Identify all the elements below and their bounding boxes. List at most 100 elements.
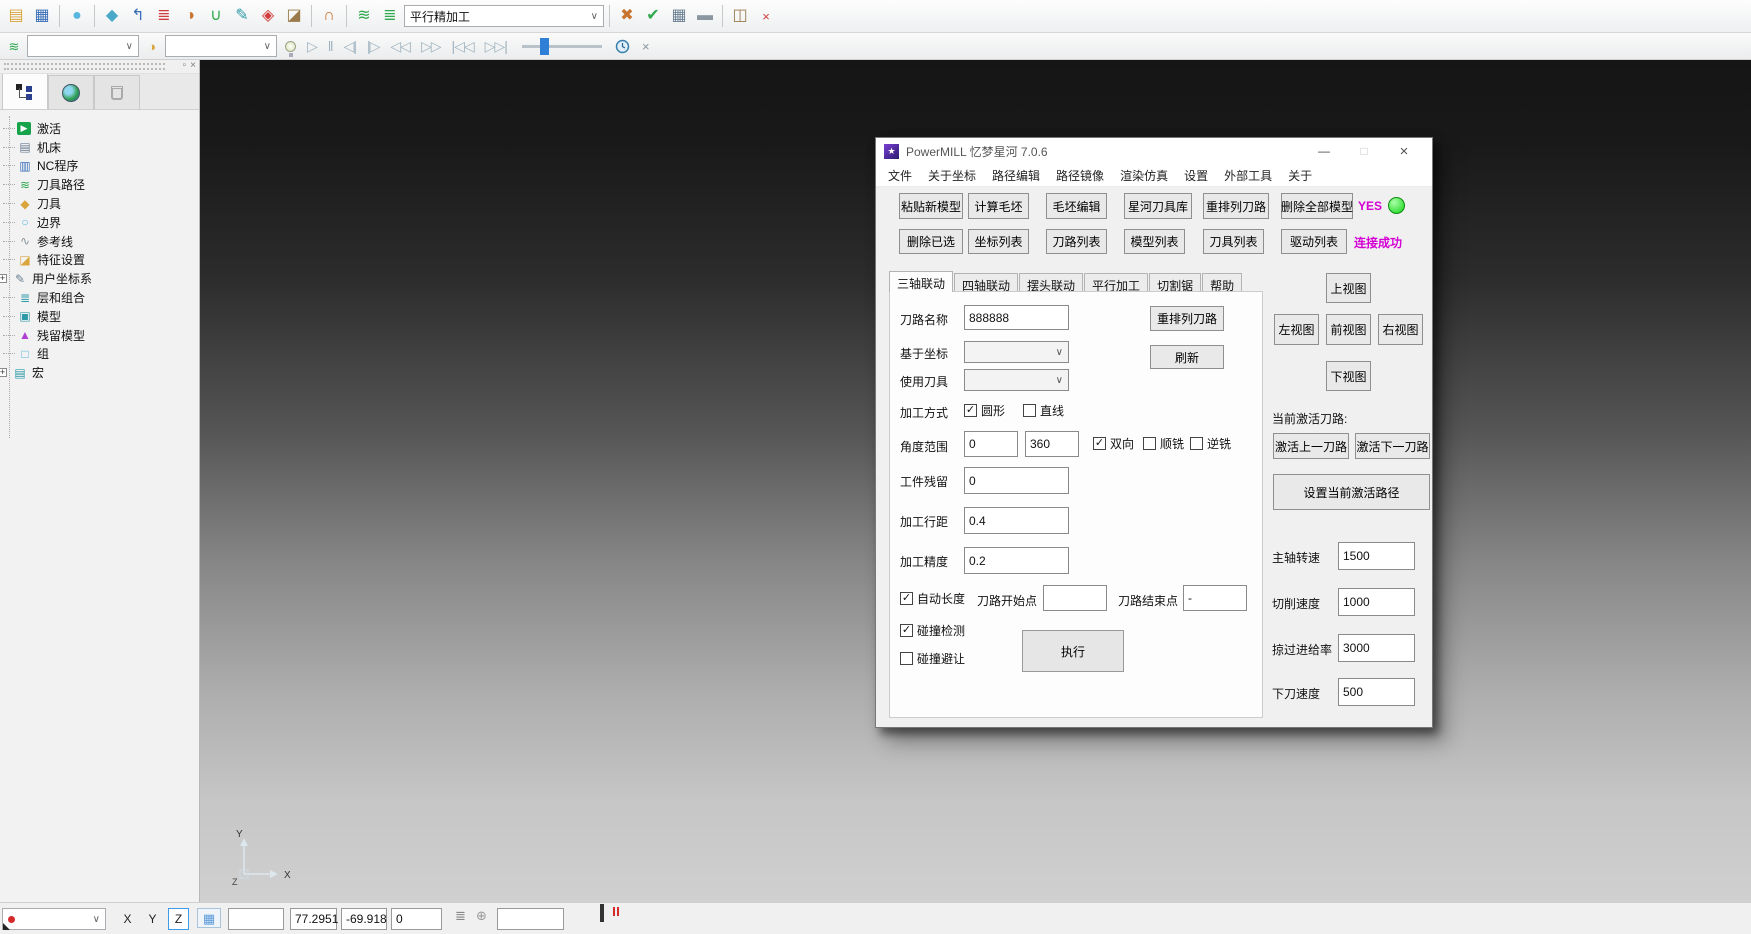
step-forward-button[interactable]: |▷ — [363, 38, 383, 55]
tree-item-models[interactable]: ▣模型 — [0, 307, 199, 326]
points-icon[interactable]: ◈ — [256, 4, 280, 28]
levels-icon[interactable]: ≣ — [152, 4, 176, 28]
axis-x-button[interactable]: X — [117, 908, 138, 930]
menu-coords[interactable]: 关于坐标 — [920, 167, 984, 184]
save-icon[interactable]: ▦ — [30, 4, 54, 28]
checkbox-icon[interactable]: ✓ — [900, 624, 913, 637]
tree-item-levels-sets[interactable]: ≣层和组合 — [0, 288, 199, 307]
toolpath-name-input[interactable]: 888888 — [964, 305, 1069, 330]
checkbox-icon[interactable]: ✓ — [964, 404, 977, 417]
toolpath-combobox[interactable]: ∨ — [27, 35, 139, 57]
status-combobox[interactable]: ∨ — [2, 908, 106, 930]
angle-to-input[interactable]: 360 — [1025, 431, 1079, 457]
tab-explorer-tree[interactable] — [2, 73, 48, 109]
refresh-button[interactable]: 刷新 — [1150, 345, 1224, 369]
tool-cabinet-icon[interactable]: ◫ — [728, 4, 752, 28]
delete-all-models-button[interactable]: 删除全部模型 — [1281, 193, 1353, 219]
circle-checkbox[interactable]: ✓ 圆形 — [964, 402, 1005, 419]
lightbulb-icon[interactable] — [280, 36, 300, 56]
tree-item-patterns[interactable]: ∿参考线 — [0, 232, 199, 251]
print-preview-icon[interactable]: ● — [65, 4, 89, 28]
rearrange-paths-button[interactable]: 重排列刀路 — [1203, 193, 1269, 219]
angle-from-input[interactable]: 0 — [964, 431, 1018, 457]
delete-selected-button[interactable]: 删除已选 — [899, 229, 963, 254]
view-top-button[interactable]: 上视图 — [1326, 273, 1371, 303]
grid-toggle-icon[interactable]: ▦ — [197, 908, 221, 928]
featureset-icon[interactable]: ◪ — [282, 4, 306, 28]
tab-help[interactable]: 帮助 — [1202, 273, 1242, 292]
tree-item-featuresets[interactable]: ◪特征设置 — [0, 251, 199, 270]
go-to-end-button[interactable]: ▷▷| — [481, 38, 511, 55]
menu-settings[interactable]: 设置 — [1176, 167, 1216, 184]
menu-path-edit[interactable]: 路径编辑 — [984, 167, 1048, 184]
base-coord-select[interactable]: ∨ — [964, 341, 1069, 363]
strategy-combobox[interactable]: 平行精加工 ∨ — [404, 5, 604, 27]
simulation-check-icon[interactable]: ✔ — [641, 4, 665, 28]
climb-mill-checkbox[interactable]: 顺铣 — [1143, 435, 1184, 452]
speed-slider[interactable] — [522, 45, 602, 48]
fox-simulation-icon[interactable]: ✖ — [615, 4, 639, 28]
toolpath-verify-icon[interactable]: ∩ — [317, 4, 341, 28]
active-strategy-icon[interactable]: ≣ — [378, 4, 402, 28]
view-front-button[interactable]: 前视图 — [1326, 314, 1371, 345]
tree-item-tools[interactable]: ◆刀具 — [0, 194, 199, 213]
toolbar-close-icon[interactable]: × — [754, 4, 778, 28]
menu-about[interactable]: 关于 — [1280, 167, 1320, 184]
panel-grip[interactable]: ▫ × — [0, 60, 199, 74]
tool-select-icon[interactable]: ◑ — [142, 36, 162, 56]
skim-feed-input[interactable]: 3000 — [1338, 634, 1415, 662]
checkbox-icon[interactable]: ✓ — [900, 592, 913, 605]
execute-button[interactable]: 执行 — [1022, 630, 1124, 672]
collision-avoid-checkbox[interactable]: 碰撞避让 — [900, 650, 965, 667]
start-point-input[interactable] — [1043, 585, 1107, 611]
tree-item-boundaries[interactable]: ○边界 — [0, 213, 199, 232]
line-checkbox[interactable]: 直线 — [1023, 402, 1064, 419]
fast-forward-button[interactable]: ▷▷ — [417, 38, 445, 55]
collision-check-checkbox[interactable]: ✓ 碰撞检测 — [900, 622, 965, 639]
tab-swivel[interactable]: 摆头联动 — [1019, 273, 1083, 292]
close-button[interactable]: × — [1384, 143, 1424, 160]
tool-icon[interactable]: ◑ — [178, 4, 202, 28]
step-back-button[interactable]: ◁| — [340, 38, 360, 55]
auto-length-checkbox[interactable]: ✓ 自动长度 — [900, 590, 965, 607]
pause-button[interactable]: ‖ — [324, 38, 337, 54]
checkbox-icon[interactable] — [1143, 437, 1156, 450]
tree-item-groups[interactable]: □组 — [0, 345, 199, 364]
drive-list-button[interactable]: 驱动列表 — [1281, 229, 1347, 254]
menu-render-sim[interactable]: 渲染仿真 — [1112, 167, 1176, 184]
boundary-icon[interactable]: ∪ — [204, 4, 228, 28]
axis-y-button[interactable]: Y — [142, 908, 163, 930]
panel-window-icon[interactable]: ▫ — [183, 60, 187, 71]
tree-item-workplanes[interactable]: +✎用户坐标系 — [0, 269, 199, 288]
checkbox-icon[interactable] — [1190, 437, 1203, 450]
maximize-button[interactable]: □ — [1344, 144, 1384, 158]
rearrange-button[interactable]: 重排列刀路 — [1150, 306, 1224, 331]
set-active-path-button[interactable]: 设置当前激活路径 — [1273, 474, 1430, 510]
tree-item-macros[interactable]: +▤宏 — [0, 363, 199, 382]
checkbox-icon[interactable] — [1023, 404, 1036, 417]
expand-icon[interactable]: + — [0, 274, 7, 283]
cutting-speed-input[interactable]: 1000 — [1338, 588, 1415, 616]
probe-axis-icon[interactable]: ⊕ — [476, 908, 487, 930]
bidirectional-checkbox[interactable]: ✓ 双向 — [1093, 435, 1134, 452]
tree-item-toolpaths[interactable]: ≋刀具路径 — [0, 175, 199, 194]
activate-next-button[interactable]: 激活下一刀路 — [1355, 433, 1430, 459]
open-icon[interactable]: ▤ — [4, 4, 28, 28]
minimize-button[interactable]: — — [1304, 144, 1344, 158]
view-bottom-button[interactable]: 下视图 — [1326, 361, 1371, 391]
tree-item-activate[interactable]: ▶激活 — [0, 119, 199, 138]
axis-z-button[interactable]: Z — [168, 908, 189, 930]
slider-handle[interactable] — [540, 38, 549, 55]
end-point-input[interactable]: - — [1183, 585, 1247, 611]
stock-remain-input[interactable]: 0 — [964, 467, 1069, 494]
tab-3axis[interactable]: 三轴联动 — [889, 271, 953, 292]
tree-item-machine[interactable]: ▤机床 — [0, 138, 199, 157]
status-field-empty1[interactable] — [228, 908, 284, 930]
menu-ext-tools[interactable]: 外部工具 — [1216, 167, 1280, 184]
powermill-icon[interactable]: ≋ — [352, 4, 376, 28]
view-right-button[interactable]: 右视图 — [1378, 314, 1423, 345]
status-field-empty2[interactable] — [497, 908, 564, 930]
tab-parallel[interactable]: 平行加工 — [1084, 273, 1148, 292]
tool-library-button[interactable]: 星河刀具库 — [1124, 193, 1192, 219]
tab-explorer-trash[interactable] — [94, 75, 140, 109]
